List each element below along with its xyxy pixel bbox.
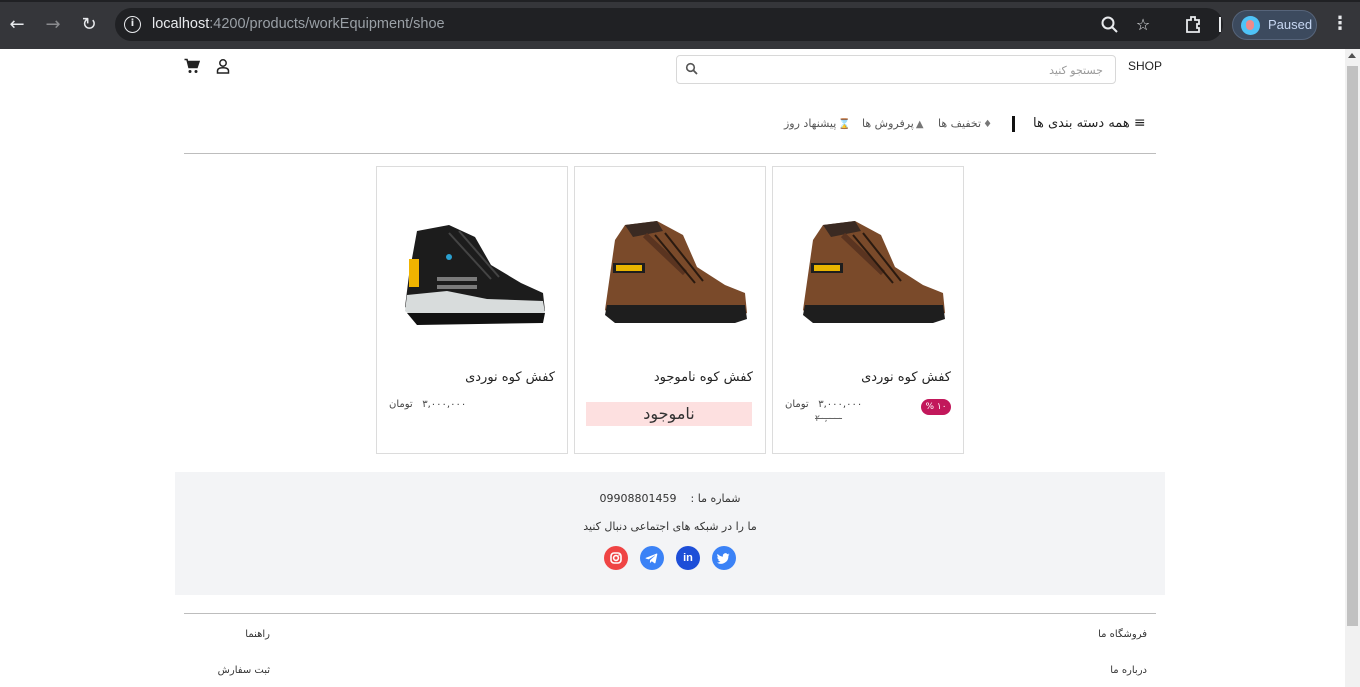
footer-heading-store: فروشگاه ما [1098,629,1147,640]
follow-us-text: ما را در شبکه های اجتماعی دنبال کنید [583,520,757,533]
cart-icon[interactable] [184,58,200,74]
contact-section: شماره ما : 09908801459 ما را در شبکه های… [175,472,1165,595]
product-price: ۳,۰۰۰,۰۰۰ تومان [785,399,862,410]
search-box[interactable] [676,55,1116,84]
category-menu: ≡ همه دسته بندی ها ♦تخفیف ها ▲پرفروش ها … [0,115,1345,135]
browser-menu-icon[interactable]: ⋮ [1331,13,1349,35]
menu-item-bestsellers[interactable]: ▲پرفروش ها [862,117,924,130]
old-price: ۲۰,۰۰۰ [815,414,843,424]
telegram-icon[interactable] [640,546,664,570]
menu-item-daily-offer[interactable]: ⌛پیشنهاد روز [784,117,851,130]
page-scrollbar[interactable] [1345,49,1360,687]
profile-status-label: Paused [1268,17,1313,32]
tab-strip [0,0,1360,2]
scrollbar-thumb[interactable] [1347,66,1358,626]
zoom-icon[interactable] [1100,15,1120,35]
footer-divider [184,613,1156,614]
toolbar-separator [1219,17,1221,32]
twitter-icon[interactable] [712,546,736,570]
footer-link-order[interactable]: ثبت سفارش [218,665,270,676]
product-card[interactable]: کفش کوه نوردی ۱۰ % ۳,۰۰۰,۰۰۰ تومان ۲۰,۰۰… [772,166,964,454]
menu-item-label: پیشنهاد روز [784,117,837,130]
profile-avatar [1241,16,1260,35]
product-image[interactable] [387,195,557,345]
price-value: ۳,۰۰۰,۰۰۰ [422,399,467,410]
hourglass-icon: ⌛ [838,119,851,130]
menu-item-label: پرفروش ها [862,117,914,130]
url-text[interactable]: localhost:4200/products/workEquipment/sh… [152,16,445,32]
header-divider [184,153,1156,154]
forward-button[interactable]: → [40,12,66,38]
product-image[interactable] [783,195,953,345]
all-categories-menu[interactable]: ≡ همه دسته بندی ها [1033,115,1146,131]
price-currency: تومان [785,399,809,410]
phone-number[interactable]: 09908801459 [600,492,677,505]
search-input[interactable] [713,61,1103,79]
address-bar[interactable]: i localhost:4200/products/workEquipment/… [115,8,1223,41]
menu-item-label: تخفیف ها [938,117,982,130]
fire-icon: ▲ [915,119,924,130]
footer-link-about[interactable]: درباره ما [1110,665,1147,676]
product-card[interactable]: کفش کوه نوردی ۳,۰۰۰,۰۰۰ تومان [376,166,568,454]
product-card[interactable]: کفش کوه ناموجود ناموجود [574,166,766,454]
discount-badge: ۱۰ % [921,399,951,415]
page-content: SHOP ≡ همه دسته بندی ها ♦تخفیف ها ▲پرفرو… [0,49,1345,687]
linkedin-icon[interactable]: in [676,546,700,570]
product-title[interactable]: کفش کوه نوردی [861,370,951,385]
menu-item-discounts[interactable]: ♦تخفیف ها [938,117,992,130]
shop-logo[interactable]: SHOP [1128,59,1162,73]
instagram-icon[interactable] [604,546,628,570]
menu-divider [1012,116,1015,132]
product-title[interactable]: کفش کوه ناموجود [654,370,753,385]
phone-line: شماره ما : 09908801459 [175,492,1165,505]
out-of-stock-label: ناموجود [586,402,752,426]
profile-button[interactable]: Paused [1232,10,1317,40]
price-value: ۳,۰۰۰,۰۰۰ [818,399,863,410]
bookmark-star-icon[interactable]: ☆ [1133,15,1153,35]
reload-button[interactable]: ↻ [76,12,102,38]
search-icon[interactable] [685,62,699,76]
all-categories-label: همه دسته بندی ها [1033,116,1130,131]
scroll-up-icon[interactable] [1348,53,1356,58]
phone-label: شماره ما : [690,492,741,505]
tag-icon: ♦ [983,119,993,130]
price-currency: تومان [389,399,413,410]
hamburger-icon: ≡ [1133,115,1146,131]
extensions-icon[interactable] [1183,14,1203,34]
browser-toolbar: ← → ↻ i localhost:4200/products/workEqui… [0,0,1360,49]
product-image[interactable] [585,195,755,345]
product-title[interactable]: کفش کوه نوردی [465,370,555,385]
product-price: ۳,۰۰۰,۰۰۰ تومان [389,399,466,410]
footer-heading-guide: راهنما [245,629,270,640]
back-button[interactable]: ← [4,12,30,38]
site-info-icon[interactable]: i [124,16,141,33]
user-icon[interactable] [215,58,231,74]
